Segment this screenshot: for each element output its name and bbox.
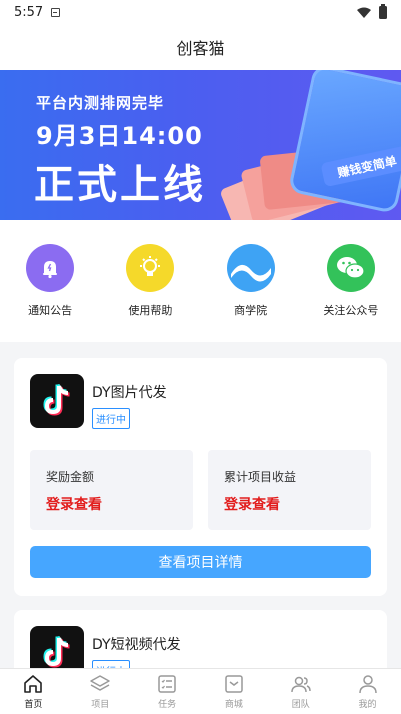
quick-nav-help[interactable]: 使用帮助 xyxy=(105,244,195,342)
banner-headline: 正式上线 xyxy=(34,162,206,208)
project-title: DY短视频代发 xyxy=(92,637,181,653)
quick-nav-wechat[interactable]: 关注公众号 xyxy=(306,244,396,342)
stat-value[interactable]: 登录查看 xyxy=(224,494,280,514)
tiktok-logo-icon xyxy=(30,374,84,428)
status-badge: 进行中 xyxy=(92,408,130,429)
tab-label: 我的 xyxy=(358,700,377,710)
reward-stat: 奖励金额 登录查看 xyxy=(30,450,193,530)
bell-icon xyxy=(26,244,75,292)
quick-nav-academy[interactable]: 商学院 xyxy=(206,244,296,342)
income-stat: 累计项目收益 登录查看 xyxy=(208,450,371,530)
tab-label: 首页 xyxy=(24,700,43,710)
quick-nav-label: 使用帮助 xyxy=(128,304,173,317)
project-card[interactable]: DY图片代发 进行中 奖励金额 登录查看 累计项目收益 登录查看 查看项目详情 xyxy=(14,358,387,596)
team-icon xyxy=(290,676,311,693)
tab-mall[interactable]: 商城 xyxy=(200,669,267,714)
quick-nav-notice[interactable]: 通知公告 xyxy=(5,244,95,342)
layers-icon xyxy=(90,675,110,691)
tab-label: 任务 xyxy=(158,700,177,710)
sim-icon xyxy=(51,7,61,17)
battery-icon xyxy=(379,3,387,19)
wifi-icon xyxy=(357,7,371,18)
phone-illustration xyxy=(287,70,401,215)
tab-label: 商城 xyxy=(224,700,243,710)
bottom-tab-bar: 首页 项目 任务 商城 团队 我的 xyxy=(0,668,401,714)
home-icon xyxy=(24,675,43,693)
banner-line1: 平台内测排网完毕 xyxy=(36,94,165,112)
wechat-icon xyxy=(326,244,375,292)
user-icon xyxy=(358,675,377,694)
quick-nav: 通知公告 使用帮助 商学院 关注公众号 xyxy=(0,220,401,342)
page-title: 创客猫 xyxy=(176,39,225,58)
status-bar: 5:57 xyxy=(0,0,401,24)
tab-label: 团队 xyxy=(291,700,310,710)
project-title: DY图片代发 xyxy=(92,385,167,401)
tab-label: 项目 xyxy=(91,700,110,710)
page-header: 创客猫 xyxy=(0,24,401,70)
wave-icon xyxy=(226,244,275,292)
tab-home[interactable]: 首页 xyxy=(0,669,67,714)
status-time: 5:57 xyxy=(14,4,44,20)
lightbulb-icon xyxy=(126,244,175,292)
quick-nav-label: 关注公众号 xyxy=(323,304,379,317)
stat-label: 累计项目收益 xyxy=(224,470,297,484)
stat-value[interactable]: 登录查看 xyxy=(46,494,102,514)
tab-projects[interactable]: 项目 xyxy=(67,669,134,714)
quick-nav-label: 通知公告 xyxy=(28,304,73,317)
tab-team[interactable]: 团队 xyxy=(267,669,334,714)
inbox-icon xyxy=(225,675,243,693)
tab-tasks[interactable]: 任务 xyxy=(134,669,201,714)
quick-nav-label: 商学院 xyxy=(234,304,268,317)
stat-label: 奖励金额 xyxy=(46,470,95,484)
tab-profile[interactable]: 我的 xyxy=(334,669,401,714)
checklist-icon xyxy=(158,675,176,693)
view-project-details-button[interactable]: 查看项目详情 xyxy=(30,546,371,578)
promo-banner[interactable]: 100 赚钱变简单 平台内测排网完毕 9月3日14:00 正式上线 xyxy=(0,70,401,220)
banner-date: 9月3日14:00 xyxy=(36,122,203,150)
